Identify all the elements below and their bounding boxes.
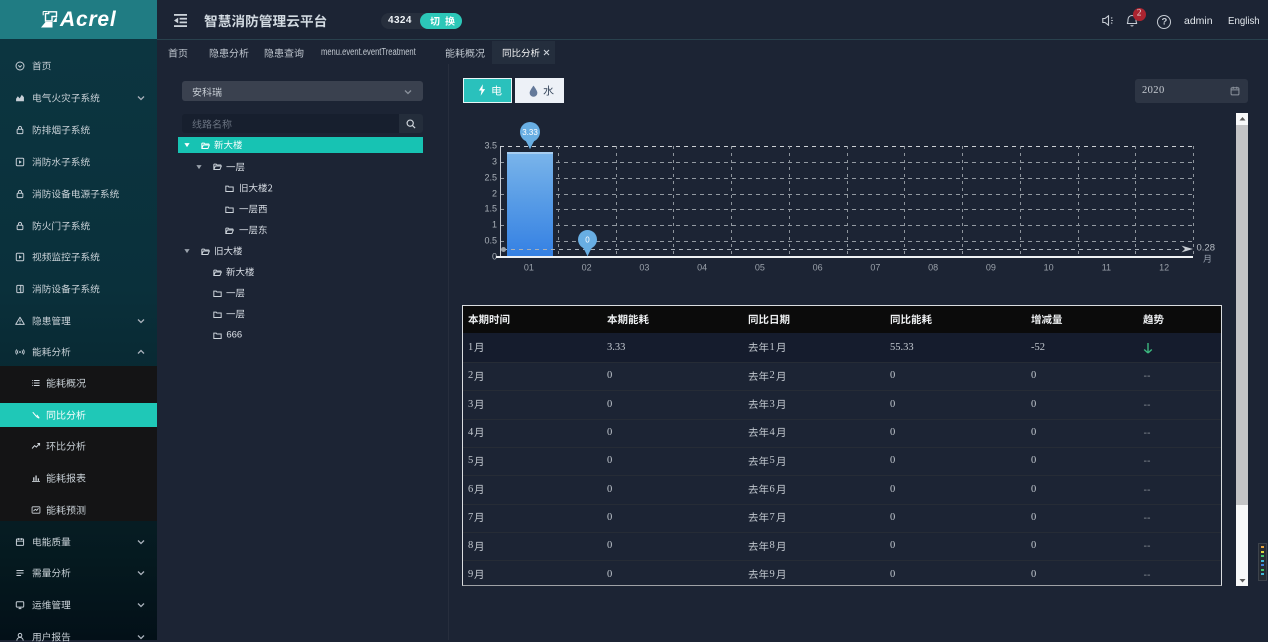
svg-text:0: 0 <box>585 235 590 244</box>
svg-text:3.33: 3.33 <box>522 128 538 137</box>
